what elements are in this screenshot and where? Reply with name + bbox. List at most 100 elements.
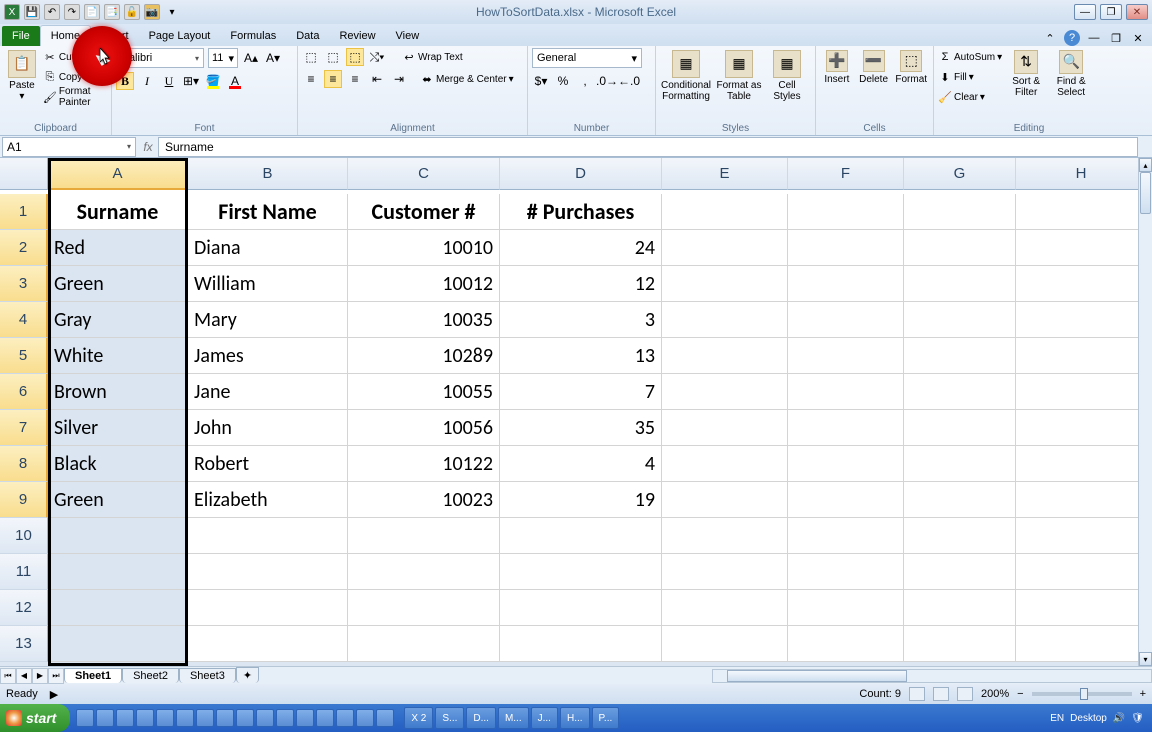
sheet-nav-prev-icon[interactable]: ◀ [16,668,32,684]
ql-icon[interactable] [156,709,174,727]
column-header[interactable]: A [48,158,188,190]
cell[interactable]: # Purchases [500,194,662,230]
help-icon[interactable]: ? [1064,30,1080,46]
maximize-button[interactable]: ❐ [1100,4,1122,20]
cell[interactable]: Mary [188,302,348,338]
cell[interactable]: Robert [188,446,348,482]
align-top-icon[interactable]: ⬚ [302,48,320,66]
insert-cells-button[interactable]: ➕Insert [820,48,854,85]
cell[interactable] [788,446,904,482]
ql-icon[interactable] [116,709,134,727]
spreadsheet-grid[interactable]: ABCDEFGH1SurnameFirst NameCustomer ## Pu… [0,158,1152,666]
scroll-thumb[interactable] [727,670,907,682]
tab-page-layout[interactable]: Page Layout [139,26,221,46]
column-header[interactable]: H [1016,158,1147,190]
percent-icon[interactable]: % [554,72,572,90]
cell[interactable] [904,410,1016,446]
cell[interactable] [662,518,788,554]
tab-file[interactable]: File [2,26,40,46]
cell[interactable] [904,230,1016,266]
cell[interactable]: 10023 [348,482,500,518]
cell[interactable] [662,590,788,626]
sheet-tab[interactable]: Sheet2 [122,668,179,683]
format-as-table-button[interactable]: ▦Format as Table [715,48,763,102]
cell[interactable]: James [188,338,348,374]
cell[interactable] [500,554,662,590]
cell[interactable]: Gray [48,302,188,338]
ql-icon[interactable] [96,709,114,727]
number-format-select[interactable]: General▾ [532,48,642,68]
minimize-button[interactable]: — [1074,4,1096,20]
cell[interactable] [788,230,904,266]
cell[interactable]: 10056 [348,410,500,446]
cell[interactable] [662,410,788,446]
align-left-icon[interactable]: ≡ [302,70,320,88]
cell[interactable] [788,410,904,446]
cell[interactable] [348,626,500,662]
cell[interactable] [188,626,348,662]
cell[interactable]: Green [48,482,188,518]
cell[interactable]: John [188,410,348,446]
cell[interactable] [48,590,188,626]
ql-icon[interactable] [176,709,194,727]
cell[interactable]: White [48,338,188,374]
taskbar-task[interactable]: H... [560,707,590,729]
row-header[interactable]: 10 [0,518,48,554]
scroll-up-icon[interactable]: ▴ [1139,158,1152,172]
cell[interactable]: 4 [500,446,662,482]
cell[interactable] [904,374,1016,410]
cell[interactable] [48,626,188,662]
cell[interactable] [500,518,662,554]
cell[interactable]: Green [48,266,188,302]
cell[interactable] [788,338,904,374]
fill-color-button[interactable]: 🪣 [204,72,222,90]
cell[interactable] [1016,554,1147,590]
redo-icon[interactable]: ↷ [64,4,80,20]
cell[interactable] [904,590,1016,626]
tab-review[interactable]: Review [329,26,385,46]
cell[interactable]: First Name [188,194,348,230]
row-header[interactable]: 3 [0,266,48,302]
align-bottom-icon[interactable]: ⬚ [346,48,364,66]
paste-button[interactable]: 📋 Paste▾ [4,48,40,102]
tab-data[interactable]: Data [286,26,329,46]
taskbar-task[interactable]: P... [592,707,620,729]
scroll-thumb[interactable] [1140,172,1151,214]
conditional-formatting-button[interactable]: ▦Conditional Formatting [660,48,712,102]
ql-icon[interactable] [76,709,94,727]
cell[interactable]: Brown [48,374,188,410]
decrease-font-icon[interactable]: A▾ [264,49,282,67]
doc-minimize-icon[interactable]: — [1086,30,1102,46]
cell[interactable] [788,554,904,590]
ql-icon[interactable] [376,709,394,727]
cell[interactable]: 35 [500,410,662,446]
cell[interactable]: 10055 [348,374,500,410]
comma-icon[interactable]: , [576,72,594,90]
tab-formulas[interactable]: Formulas [220,26,286,46]
cell[interactable]: 7 [500,374,662,410]
cell[interactable] [904,554,1016,590]
minimize-ribbon-icon[interactable]: ⌃ [1042,30,1058,46]
cell[interactable] [662,554,788,590]
column-header[interactable]: E [662,158,788,190]
desktop-toolbar[interactable]: Desktop [1070,713,1107,724]
cell[interactable] [1016,338,1147,374]
cell[interactable] [788,626,904,662]
cell[interactable]: 10289 [348,338,500,374]
cell[interactable] [48,518,188,554]
cell[interactable] [662,626,788,662]
cell[interactable] [788,302,904,338]
cell[interactable]: Black [48,446,188,482]
cell[interactable] [904,518,1016,554]
cell[interactable]: 13 [500,338,662,374]
cell[interactable] [662,482,788,518]
format-painter-button[interactable]: 🖌Format Painter [43,88,107,106]
cell[interactable] [48,554,188,590]
qat-icon[interactable]: 📷 [144,4,160,20]
ql-icon[interactable] [276,709,294,727]
cell[interactable] [348,554,500,590]
cell[interactable] [188,590,348,626]
view-break-icon[interactable] [957,687,973,701]
cell[interactable]: Surname [48,194,188,230]
row-header[interactable]: 4 [0,302,48,338]
